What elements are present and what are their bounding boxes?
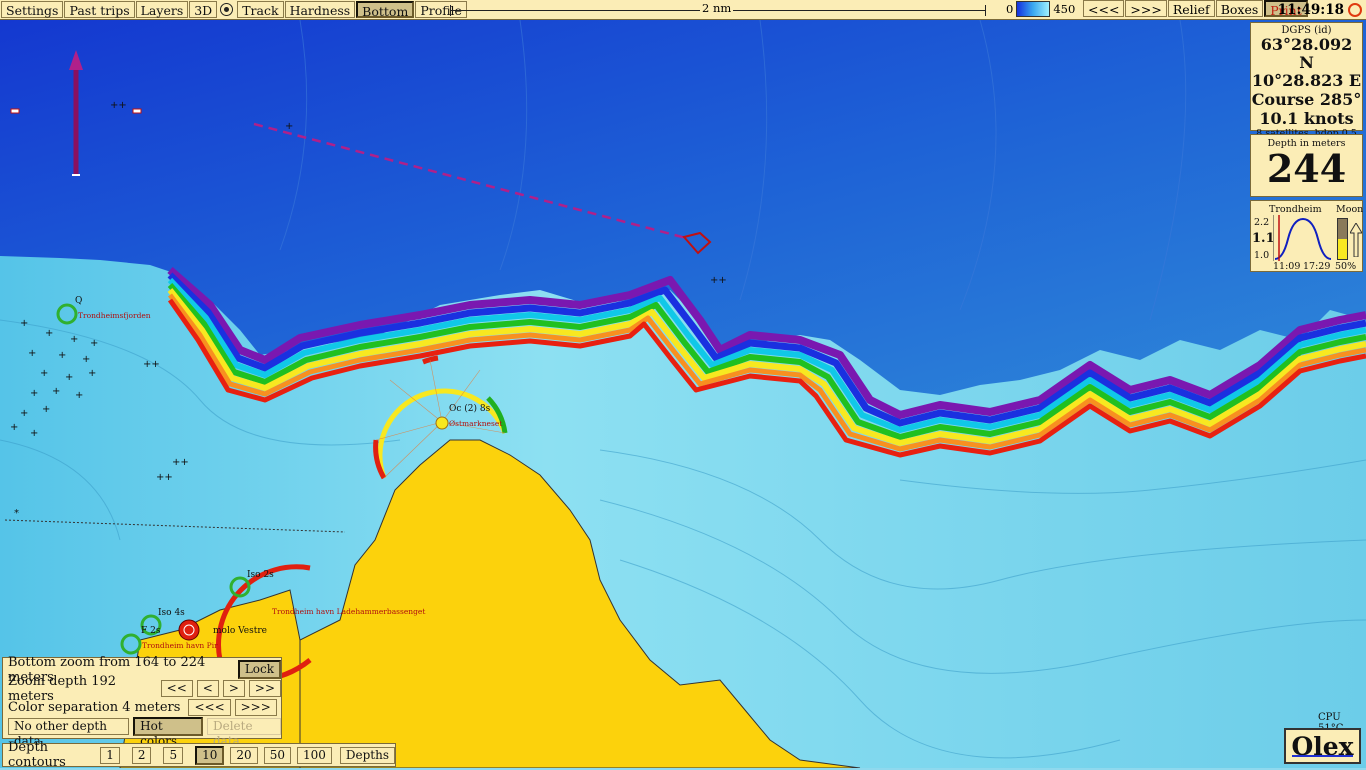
svg-text:+: +: [20, 318, 28, 329]
svg-text:+: +: [30, 428, 38, 439]
svg-text:++: ++: [143, 359, 160, 370]
tide-current: 1.1: [1252, 231, 1275, 246]
label-oc: Oc (2) 8s: [449, 404, 491, 414]
next-button[interactable]: >>>: [1125, 0, 1167, 17]
zoom-fast-up-button[interactable]: >>: [248, 680, 281, 697]
contour-5-button[interactable]: 5: [163, 746, 184, 764]
depth-contours-bar: Depth contours 1 2 5 10 20 50 100 Depths: [2, 740, 396, 770]
svg-text:+: +: [75, 390, 83, 401]
zoom-fast-down-button[interactable]: <<: [160, 680, 193, 697]
svg-text:+: +: [30, 388, 38, 399]
boxes-button[interactable]: Boxes: [1215, 0, 1264, 17]
tide-place: Trondheim: [1269, 204, 1322, 215]
gps-latitude: 63°28.092 N: [1260, 35, 1353, 72]
tide-low: 1.0: [1254, 250, 1270, 261]
prev-button[interactable]: <<<: [1083, 0, 1125, 17]
depth-scale-min: 0: [1006, 2, 1014, 16]
sun-icon[interactable]: [1348, 2, 1362, 17]
label-pir: Trondheim havn Pir: [142, 641, 218, 650]
relief-button[interactable]: Relief: [1167, 0, 1215, 17]
label-harbour: Trondheim havn Ladehammerbassenget: [272, 607, 426, 616]
svg-text:++: ++: [110, 100, 127, 111]
moon-label: Moon: [1336, 204, 1364, 215]
gps-longitude: 10°28.823 E: [1251, 71, 1362, 90]
contour-100-button[interactable]: 100: [296, 746, 332, 764]
svg-text:+: +: [45, 328, 53, 339]
hardness-button[interactable]: Hardness: [284, 1, 356, 18]
label-molo: molo Vestre: [213, 626, 267, 636]
scale-label: 2 nm: [700, 1, 734, 15]
label-f2: F 2s: [141, 626, 161, 636]
settings-button[interactable]: Settings: [1, 1, 64, 18]
svg-text:++: ++: [172, 457, 189, 468]
svg-text:++: ++: [710, 275, 727, 286]
color-sep-down-button[interactable]: <<<: [188, 699, 231, 716]
tide-time-1: 11:09: [1273, 261, 1301, 272]
layers-button[interactable]: Layers: [135, 1, 189, 18]
tide-curve: [1273, 215, 1332, 261]
no-other-depth-button[interactable]: No other depth data: [8, 718, 130, 748]
moon-bar: [1337, 218, 1348, 260]
color-separation-text: Color separation 4 meters: [8, 700, 181, 715]
svg-text:+: +: [88, 368, 96, 379]
past-trips-button[interactable]: Past trips: [64, 1, 135, 18]
svg-text:+: +: [90, 338, 98, 349]
label-ostmark: Østmarkneset: [449, 419, 503, 428]
depth-gradient: [1016, 1, 1051, 17]
hot-colors-button[interactable]: Hot colors: [133, 717, 203, 748]
olex-logo[interactable]: Olex: [1284, 728, 1361, 764]
contour-20-button[interactable]: 20: [230, 746, 258, 764]
lock-button[interactable]: Lock: [237, 660, 281, 679]
svg-text:++: ++: [156, 472, 173, 483]
gps-speed: 10.1 knots: [1259, 109, 1354, 128]
clock: 11:49:18: [1278, 0, 1366, 19]
svg-text:+: +: [10, 422, 18, 433]
track-button[interactable]: Track: [237, 1, 284, 18]
moon-arrow-icon: [1350, 223, 1362, 257]
depths-button[interactable]: Depths: [339, 746, 395, 764]
tide-time-2: 17:29: [1303, 261, 1331, 272]
color-sep-up-button[interactable]: >>>: [234, 699, 277, 716]
depth-color-scale[interactable]: 0 450: [1006, 1, 1075, 17]
contour-10-button[interactable]: 10: [195, 745, 225, 765]
zoom-depth-text: Zoom depth 192 meters: [8, 673, 117, 704]
depth-contours-label: Depth contours: [8, 740, 66, 770]
gps-panel: DGPS (id) 63°28.092 N 10°28.823 E Course…: [1250, 22, 1363, 139]
target-icon[interactable]: [220, 3, 234, 16]
svg-text:*: *: [14, 508, 19, 519]
delete-data-button[interactable]: Delete data: [207, 718, 281, 748]
depth-panel: Depth in meters 244: [1250, 134, 1363, 197]
svg-text:+: +: [52, 386, 60, 397]
svg-text:+: +: [70, 334, 78, 345]
depth-value: 244: [1266, 146, 1347, 191]
gps-course: Course 285°: [1251, 90, 1362, 109]
zoom-up-button[interactable]: >: [222, 680, 245, 697]
contour-2-button[interactable]: 2: [131, 746, 152, 764]
svg-text:+: +: [20, 408, 28, 419]
bottom-button[interactable]: Bottom: [356, 1, 415, 19]
svg-text:+: +: [82, 354, 90, 365]
label-fjord: Trondheimsfjorden: [78, 311, 151, 320]
depth-scale-max: 450: [1053, 2, 1076, 16]
contour-1-button[interactable]: 1: [100, 746, 120, 764]
label-iso2: Iso 2s: [247, 570, 274, 580]
svg-text:+: +: [42, 404, 50, 415]
label-q: Q: [75, 296, 83, 306]
svg-text:+: +: [58, 350, 66, 361]
svg-text:+: +: [285, 121, 293, 132]
label-iso4: Iso 4s: [158, 608, 185, 618]
svg-text:+: +: [40, 368, 48, 379]
moon-percent: 50%: [1335, 261, 1357, 272]
svg-text:+: +: [28, 348, 36, 359]
clock-time: 11:49:18: [1277, 1, 1344, 18]
zoom-down-button[interactable]: <: [196, 680, 219, 697]
scale-bar: 2 nm: [450, 1, 986, 18]
svg-text:+: +: [65, 372, 73, 383]
bottom-zoom-panel: Bottom zoom from 164 to 224 meters Lock …: [2, 655, 282, 748]
tide-high: 2.2: [1254, 217, 1270, 228]
contour-50-button[interactable]: 50: [263, 746, 291, 764]
tide-panel: Trondheim Moon 2.2 1.1 1.0 11:09 17:29 5…: [1250, 200, 1363, 272]
3d-button[interactable]: 3D: [189, 1, 218, 18]
